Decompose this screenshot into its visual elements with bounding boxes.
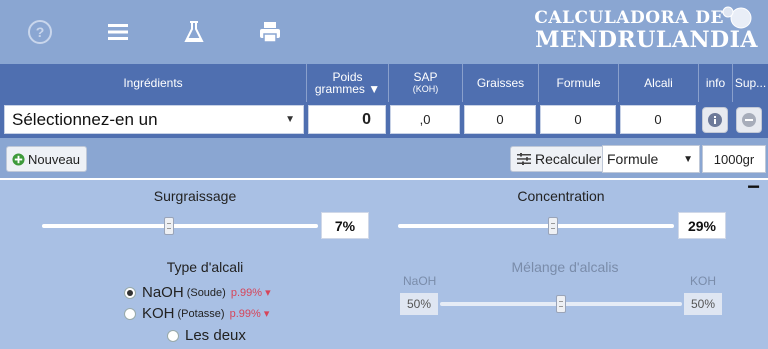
radio-naoh-dot (124, 286, 136, 299)
bubbles-icon (720, 6, 754, 35)
radio-koh-label: KOH (142, 305, 175, 322)
radio-koh-dot (124, 307, 136, 320)
header-formula: Formule (538, 64, 618, 102)
header-sap-unit: (KOH) (412, 84, 439, 94)
radio-naoh-sub: (Soude) (186, 286, 226, 299)
weight-input[interactable]: 0 (308, 105, 386, 134)
menu-icon[interactable] (104, 18, 132, 46)
print-icon[interactable] (256, 18, 284, 46)
header-weight-unit: grammes ▼ (314, 82, 381, 96)
superfat-slider-track[interactable] (42, 224, 318, 228)
alkali-mix-slider-handle (556, 295, 566, 313)
action-toolbar: Nouveau Recalculer Formule ▼ 1000gr (0, 138, 768, 178)
radio-koh-sub: (Potasse) (177, 307, 225, 320)
koh-purity-select[interactable]: p.99% ▾ (230, 307, 270, 320)
radio-both-label: Les deux (185, 327, 246, 344)
svg-text:?: ? (36, 24, 45, 40)
header-ingredients: Ingrédients (123, 76, 183, 90)
flask-icon[interactable] (180, 18, 208, 46)
sliders-icon (517, 153, 531, 165)
header-weight[interactable]: Poids grammes ▼ (306, 64, 388, 102)
collapse-button[interactable]: − (747, 174, 760, 200)
header-info: info (698, 64, 732, 102)
header-delete: Sup... (732, 64, 768, 102)
ingredients-table-header: Ingrédients Poids grammes ▼ SAP (KOH) Gr… (0, 64, 768, 102)
radio-both[interactable]: Les deux (167, 327, 246, 344)
sap-input[interactable]: ,0 (390, 105, 460, 134)
info-icon (708, 113, 722, 127)
delete-row-button[interactable] (736, 107, 762, 133)
superfat-slider-handle[interactable] (163, 217, 174, 235)
formula-value: 0 (540, 105, 616, 134)
plus-circle-icon (12, 152, 25, 166)
header-sap: SAP (KOH) (388, 64, 462, 102)
new-button-label: Nouveau (28, 151, 81, 167)
mix-koh-value: 50% (684, 293, 722, 315)
naoh-purity-select[interactable]: p.99% ▾ (231, 286, 271, 299)
ingredient-select[interactable]: Sélectionnez-en un ▼ (4, 105, 304, 134)
mode-select-value: Formule (607, 151, 659, 167)
recalculate-button-label: Recalculer (535, 151, 602, 167)
dropdown-caret-icon: ▼ (285, 114, 295, 125)
fats-value: 0 (464, 105, 536, 134)
mode-select[interactable]: Formule ▼ (602, 145, 700, 173)
top-bar: ? CALCULADORA DE MENDRULANDIA (0, 0, 768, 64)
alkali-value: 0 (620, 105, 696, 134)
header-alkali: Alcali (618, 64, 698, 102)
mix-naoh-value: 50% (400, 293, 438, 315)
alkali-mix-label: Mélange d'alcalis (511, 259, 619, 275)
radio-both-dot (167, 329, 179, 342)
new-button[interactable]: Nouveau (6, 146, 88, 172)
alkali-type-label: Type d'alcali (166, 259, 244, 275)
concentration-slider-handle[interactable] (547, 217, 558, 235)
concentration-label: Concentration (517, 188, 605, 204)
superfat-value-box[interactable]: 7% (321, 212, 369, 239)
ingredient-row: Sélectionnez-en un ▼ 0 ,0 0 0 0 (0, 102, 768, 138)
recalculate-button[interactable]: Recalculer (510, 146, 607, 172)
header-sap-label: SAP (413, 70, 438, 84)
info-button[interactable] (702, 107, 728, 133)
settings-panel: − Surgraissage 7% Concentration 29% Type… (0, 174, 768, 349)
help-icon[interactable]: ? (26, 18, 54, 46)
total-weight-input[interactable]: 1000gr (702, 145, 766, 173)
mix-koh-label: KOH (690, 274, 717, 288)
radio-naoh-label: NaOH (142, 284, 184, 301)
superfat-label: Surgraissage (153, 188, 237, 204)
ingredient-select-value: Sélectionnez-en un (12, 109, 158, 129)
radio-koh[interactable]: KOH (Potasse) p.99% ▾ (124, 305, 269, 322)
dropdown-caret-icon: ▼ (683, 153, 693, 165)
radio-naoh[interactable]: NaOH (Soude) p.99% ▾ (124, 284, 271, 301)
concentration-value-box[interactable]: 29% (678, 212, 726, 239)
minus-circle-icon (742, 113, 756, 127)
header-fats: Graisses (462, 64, 538, 102)
mix-naoh-label: NaOH (403, 274, 437, 288)
concentration-slider-track[interactable] (398, 224, 674, 228)
